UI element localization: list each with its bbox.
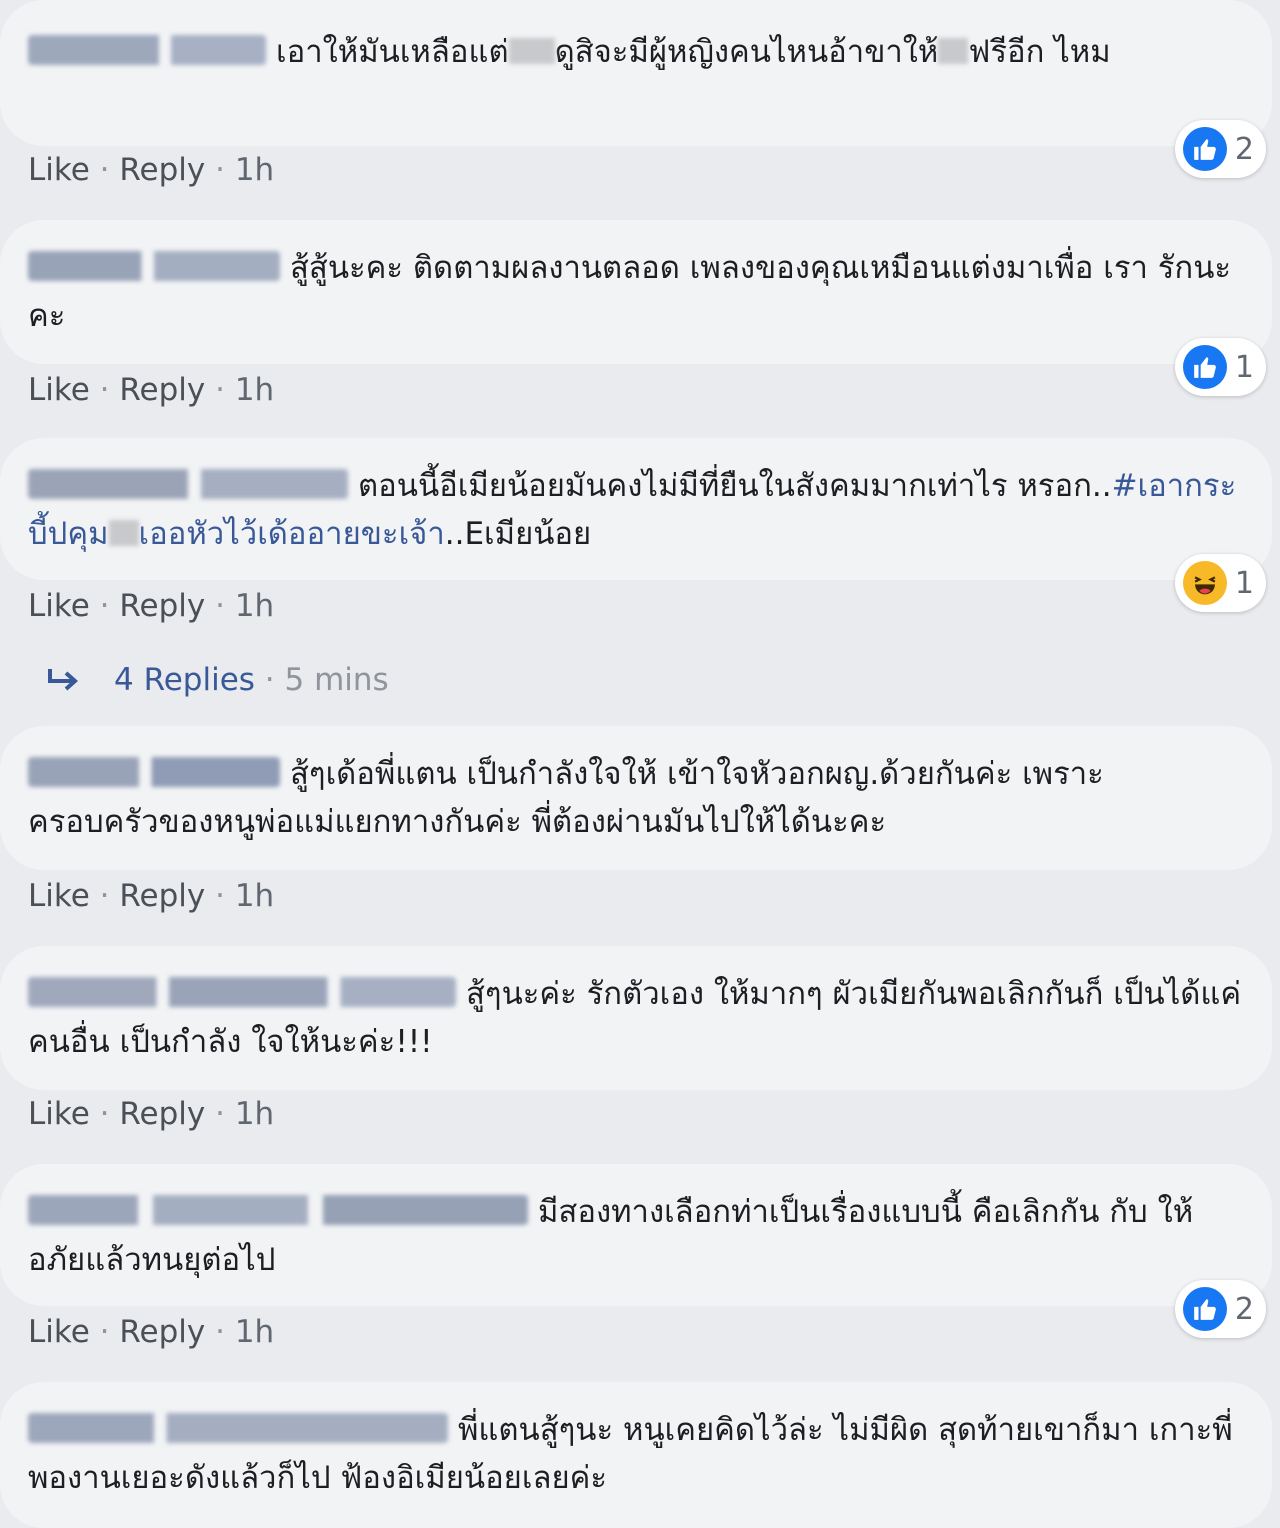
- comment-bubble: ตอนนี้อีเมียน้อยมันคงไม่มีที่ยืนในสังคมม…: [0, 438, 1272, 580]
- reply-link[interactable]: Reply: [119, 878, 205, 914]
- comment-time[interactable]: 1h: [235, 152, 274, 188]
- comment-bubble: พี่แตนสู้ๆนะ หนูเคยคิดไว้ล่ะ ไม่มีผิด สุ…: [0, 1382, 1272, 1528]
- reply-link[interactable]: Reply: [119, 372, 205, 408]
- reaction-badge[interactable]: 1: [1174, 554, 1266, 612]
- like-link[interactable]: Like: [28, 372, 90, 408]
- comment-text: พี่แตนสู้ๆนะ หนูเคยคิดไว้ล่ะ ไม่มีผิด สุ…: [28, 1412, 1233, 1496]
- reaction-count: 1: [1234, 565, 1254, 601]
- reaction-count: 2: [1234, 131, 1254, 167]
- replies-count[interactable]: 4 Replies: [114, 660, 255, 700]
- like-icon: [1182, 127, 1227, 171]
- comment-actions: Like · Reply · 1h: [28, 1096, 275, 1132]
- commenter-name-blurred[interactable]: [28, 757, 280, 787]
- comment-bubble: เอาให้มันเหลือแต่ ดูสิจะมีผู้หญิงคนไหนอ้า…: [0, 0, 1272, 146]
- comment-time[interactable]: 1h: [235, 372, 274, 408]
- like-link[interactable]: Like: [28, 1314, 90, 1350]
- comment-text: เอาให้มันเหลือแต่ ดูสิจะมีผู้หญิงคนไหนอ้า…: [28, 28, 1242, 76]
- reaction-count: 1: [1234, 349, 1254, 385]
- like-link[interactable]: Like: [28, 878, 90, 914]
- commenter-name-blurred[interactable]: [28, 251, 280, 281]
- redacted-word: [508, 38, 555, 64]
- like-link[interactable]: Like: [28, 152, 90, 188]
- commenter-name-blurred[interactable]: [28, 1195, 528, 1225]
- like-link[interactable]: Like: [28, 588, 90, 624]
- reaction-count: 2: [1234, 1291, 1254, 1327]
- comment-text: ตอนนี้อีเมียน้อยมันคงไม่มีที่ยืนในสังคมม…: [28, 468, 1237, 552]
- comment-actions: Like · Reply · 1h: [28, 878, 275, 914]
- comment-actions: Like · Reply · 1h: [28, 588, 275, 624]
- reply-link[interactable]: Reply: [119, 152, 205, 188]
- comment-text: สู้ๆเด้อพี่แตน เป็นกำลังใจให้ เข้าใจหัวอ…: [28, 756, 1104, 840]
- reaction-badge[interactable]: 1: [1174, 338, 1266, 396]
- like-link[interactable]: Like: [28, 1096, 90, 1132]
- comment-bubble: สู้ๆนะค่ะ รักตัวเอง ให้มากๆ ผัวเมียกันพอ…: [0, 946, 1272, 1090]
- comment-text: มีสองทางเลือกท่าเป็นเรื่องแบบนี้ คือเลิก…: [28, 1194, 1194, 1278]
- comment-thread: เอาให้มันเหลือแต่ ดูสิจะมีผู้หญิงคนไหนอ้า…: [0, 0, 1280, 1528]
- comment-bubble: สู้ๆเด้อพี่แตน เป็นกำลังใจให้ เข้าใจหัวอ…: [0, 726, 1272, 870]
- comment-actions: Like · Reply · 1h: [28, 1314, 275, 1350]
- replies-time: 5 mins: [284, 662, 389, 698]
- redacted-word: [108, 520, 139, 546]
- reaction-badge[interactable]: 2: [1174, 1280, 1266, 1338]
- like-icon: [1182, 1287, 1227, 1331]
- reply-link[interactable]: Reply: [119, 1096, 205, 1132]
- hashtag-link[interactable]: เออหัวไว้เด้ออายขะเจ้า: [139, 516, 445, 552]
- comment-time[interactable]: 1h: [235, 588, 274, 624]
- like-icon: [1182, 345, 1227, 389]
- redacted-word: [938, 38, 969, 64]
- commenter-name-blurred[interactable]: [28, 977, 456, 1007]
- comment-bubble: สู้สู้นะคะ ติดตามผลงานตลอด เพลงของคุณเหม…: [0, 220, 1272, 364]
- commenter-name-blurred[interactable]: [28, 35, 266, 65]
- comment-time[interactable]: 1h: [235, 1096, 274, 1132]
- comment-text: สู้สู้นะคะ ติดตามผลงานตลอด เพลงของคุณเหม…: [28, 250, 1232, 334]
- reply-link[interactable]: Reply: [119, 1314, 205, 1350]
- haha-icon: [1182, 561, 1227, 605]
- comment-time[interactable]: 1h: [235, 878, 274, 914]
- reply-arrow-icon: [48, 669, 79, 691]
- view-replies-link[interactable]: 4 Replies · 5 mins: [44, 660, 389, 700]
- comment-time[interactable]: 1h: [235, 1314, 274, 1350]
- comment-actions: Like · Reply · 1h: [28, 152, 275, 188]
- reaction-badge[interactable]: 2: [1174, 120, 1266, 178]
- comment-actions: Like · Reply · 1h: [28, 372, 275, 408]
- comment-bubble: มีสองทางเลือกท่าเป็นเรื่องแบบนี้ คือเลิก…: [0, 1164, 1272, 1306]
- commenter-name-blurred[interactable]: [28, 469, 348, 499]
- comment-text: สู้ๆนะค่ะ รักตัวเอง ให้มากๆ ผัวเมียกันพอ…: [28, 976, 1242, 1060]
- commenter-name-blurred[interactable]: [28, 1413, 448, 1443]
- reply-link[interactable]: Reply: [119, 588, 205, 624]
